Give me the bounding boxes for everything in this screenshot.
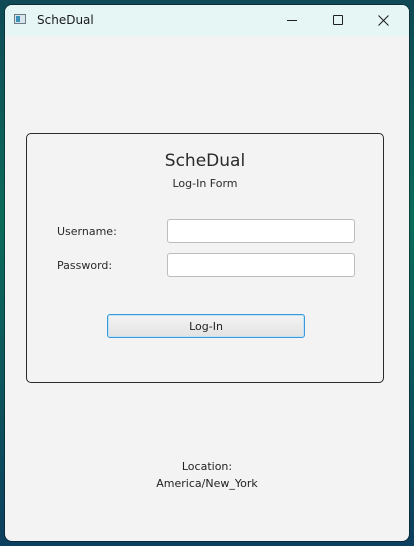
password-label: Password: <box>57 259 113 272</box>
close-button[interactable] <box>361 5 407 36</box>
username-label: Username: <box>57 225 117 238</box>
window-title: ScheDual <box>37 13 94 27</box>
username-input[interactable] <box>167 219 355 243</box>
app-window: ScheDual ScheDual Log-In Form Username: … <box>5 5 409 541</box>
login-button[interactable]: Log-In <box>107 314 305 338</box>
login-form-panel: ScheDual Log-In Form Username: Password:… <box>26 133 384 383</box>
form-title: ScheDual <box>164 151 246 171</box>
form-subtitle: Log-In Form <box>172 177 238 190</box>
location-value: America/New_York <box>156 477 258 490</box>
location-info: Location: America/New_York <box>5 458 409 492</box>
close-icon <box>378 15 389 26</box>
password-input[interactable] <box>167 253 355 277</box>
maximize-button[interactable] <box>315 5 361 36</box>
location-label: Location: <box>181 460 233 473</box>
app-window-icon <box>14 14 26 24</box>
minimize-button[interactable] <box>269 5 315 36</box>
title-bar[interactable]: ScheDual <box>5 5 409 36</box>
